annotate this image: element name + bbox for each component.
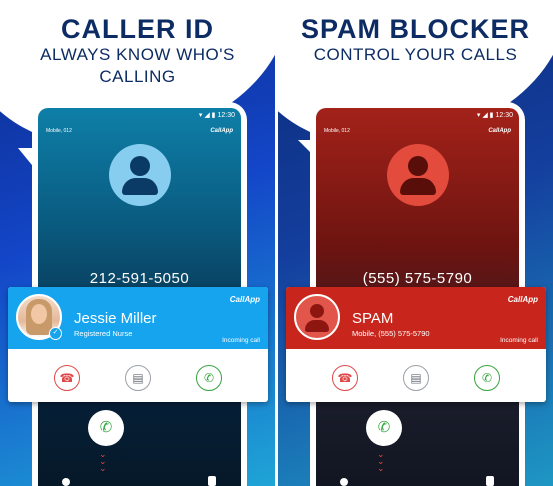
decline-button[interactable]: ☎ (332, 365, 358, 391)
phone-icon: ✆ (481, 371, 493, 385)
chevron-down-icon: ⌄ (99, 463, 107, 473)
panel-subtitle: ALWAYS KNOW WHO'S CALLING (0, 44, 275, 88)
nav-icon (208, 476, 216, 486)
incoming-call-label: Incoming call (500, 337, 538, 344)
nav-icon (340, 478, 348, 486)
contact-avatar-icon (109, 144, 171, 206)
swipe-answer-button[interactable]: ✆ (366, 410, 402, 446)
message-button[interactable]: ▤ (403, 365, 429, 391)
caller-name: Jessie Miller (74, 310, 157, 327)
status-time: 12:30 (217, 112, 235, 119)
phone-icon: ✆ (99, 419, 113, 436)
caller-subtitle: Mobile, (555) 575-5790 (352, 329, 430, 338)
panel-title: SPAM BLOCKER (300, 14, 530, 44)
card-brand-logo: CallApp (507, 295, 538, 304)
sim-label: Mobile, 012 (46, 128, 72, 134)
panel-subtitle: CONTROL YOUR CALLS (313, 45, 518, 64)
incoming-call-card[interactable]: SPAM Mobile, (555) 575-5790 CallApp Inco… (286, 287, 546, 402)
caller-subtitle: Registered Nurse (74, 329, 133, 338)
swipe-answer-button[interactable]: ✆ (88, 410, 124, 446)
phone-icon: ✆ (203, 371, 215, 385)
card-brand-logo: CallApp (229, 295, 260, 304)
hangup-icon: ☎ (337, 371, 353, 385)
subtitle-line-1: ALWAYS KNOW WHO'S (40, 45, 235, 64)
status-bar: ▾ ◢ ▮ 12:30 (476, 112, 513, 119)
status-time: 12:30 (495, 112, 513, 119)
brand-logo: CallApp (210, 128, 233, 134)
hangup-icon: ☎ (59, 371, 75, 385)
caller-name: SPAM (352, 310, 394, 327)
caller-number: (555) 575-5790 (362, 270, 473, 287)
incoming-call-label: Incoming call (222, 337, 260, 344)
message-button[interactable]: ▤ (125, 365, 151, 391)
message-icon: ▤ (410, 371, 422, 385)
nav-icon (62, 478, 70, 486)
call-actions: ☎ ▤ ✆ (286, 349, 546, 402)
spam-blocker-panel: SPAM BLOCKER CONTROL YOUR CALLS ▾ ◢ ▮ 12… (278, 0, 553, 486)
contact-avatar-icon (387, 144, 449, 206)
chevron-down-icon: ⌄ (377, 463, 385, 473)
incoming-call-card[interactable]: ✓ Jessie Miller Registered Nurse CallApp… (8, 287, 268, 402)
call-actions: ☎ ▤ ✆ (8, 349, 268, 402)
message-icon: ▤ (132, 371, 144, 385)
card-header: SPAM Mobile, (555) 575-5790 CallApp Inco… (286, 287, 546, 349)
caller-id-panel: CALLER ID ALWAYS KNOW WHO'S CALLING ▾ ◢ … (0, 0, 275, 486)
panel-title: CALLER ID (61, 14, 214, 44)
spam-avatar-icon (294, 294, 340, 340)
decline-button[interactable]: ☎ (54, 365, 80, 391)
answer-button[interactable]: ✆ (196, 365, 222, 391)
status-bar: ▾ ◢ ▮ 12:30 (198, 112, 235, 119)
subtitle-line-2: CALLING (99, 67, 176, 86)
answer-button[interactable]: ✆ (474, 365, 500, 391)
caller-number: 212-591-5050 (89, 270, 190, 287)
sim-label: Mobile, 012 (324, 128, 350, 134)
brand-logo: CallApp (488, 128, 511, 134)
nav-icon (486, 476, 494, 486)
phone-icon: ✆ (377, 419, 391, 436)
verified-badge-icon: ✓ (49, 327, 62, 340)
card-header: ✓ Jessie Miller Registered Nurse CallApp… (8, 287, 268, 349)
